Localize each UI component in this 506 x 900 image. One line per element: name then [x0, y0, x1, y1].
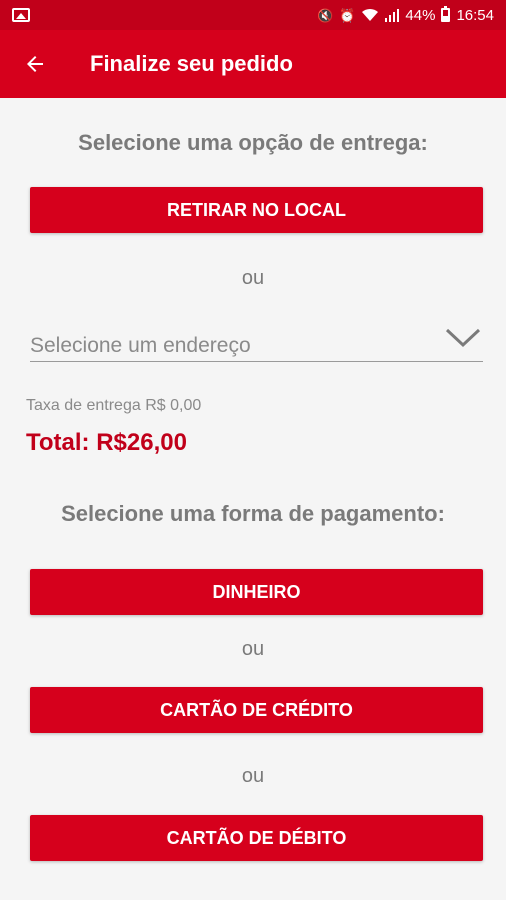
payment-section-title: Selecione uma forma de pagamento:: [61, 501, 445, 526]
or-divider-payment-1: ou: [241, 638, 265, 660]
order-total: Total: R$26,00: [26, 429, 187, 456]
address-placeholder: Selecione um endereço: [30, 333, 251, 357]
cash-button[interactable]: DINHEIRO: [30, 569, 483, 615]
app-bar: Finalize seu pedido: [0, 30, 506, 98]
status-right: 🔇 ⏰ 44% 16:54: [317, 6, 494, 24]
page-title: Finalize seu pedido: [90, 51, 293, 76]
mute-icon: 🔇: [317, 7, 334, 23]
clock: 16:54: [456, 6, 494, 24]
delivery-fee: Taxa de entrega R$ 0,00: [26, 397, 202, 414]
pickup-button[interactable]: RETIRAR NO LOCAL: [30, 187, 483, 233]
wifi-icon: [362, 8, 379, 21]
status-left: [12, 8, 30, 22]
address-dropdown[interactable]: Selecione um endereço: [30, 322, 483, 362]
signal-icon: [385, 9, 400, 22]
or-divider-payment-2: ou: [241, 765, 265, 787]
image-icon: [12, 8, 30, 22]
debit-card-button[interactable]: CARTÃO DE DÉBITO: [30, 815, 483, 861]
arrow-left-icon: [27, 56, 43, 72]
or-divider-delivery: ou: [241, 267, 265, 289]
delivery-section-title: Selecione uma opção de entrega:: [78, 130, 428, 155]
back-button[interactable]: [0, 30, 70, 98]
battery-percent: 44%: [405, 6, 436, 24]
status-bar: 🔇 ⏰ 44% 16:54: [0, 0, 506, 30]
credit-card-button[interactable]: CARTÃO DE CRÉDITO: [30, 687, 483, 733]
battery-icon: [441, 6, 451, 22]
alarm-icon: ⏰: [339, 7, 356, 23]
chevron-down-icon: [445, 328, 481, 347]
